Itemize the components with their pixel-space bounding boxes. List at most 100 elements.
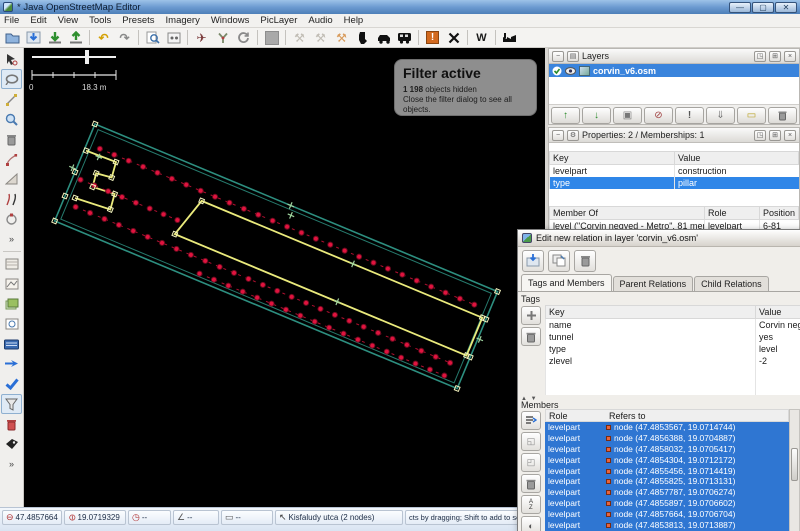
undo-button[interactable]: ↶: [93, 29, 114, 47]
download-button[interactable]: [44, 29, 65, 47]
display-panel-toggle[interactable]: [1, 334, 22, 354]
imagery-placeholder-button[interactable]: [261, 29, 282, 47]
tag-row-empty[interactable]: [546, 367, 800, 379]
imagery-panel-toggle[interactable]: [1, 294, 22, 314]
menu-view[interactable]: View: [58, 15, 78, 26]
tag-row-empty[interactable]: [546, 379, 800, 395]
layer-new-button[interactable]: ▭: [737, 107, 766, 124]
zoom-tool[interactable]: [1, 109, 22, 129]
close-panel-icon[interactable]: ×: [784, 130, 796, 141]
layer-merge-button[interactable]: ⇓: [706, 107, 735, 124]
warning-button[interactable]: !: [422, 29, 443, 47]
dock-icon[interactable]: ⊞: [769, 51, 781, 62]
property-row[interactable]: levelpartconstruction: [550, 165, 799, 178]
tab-parent-relations[interactable]: Parent Relations: [613, 276, 694, 291]
member-row[interactable]: levelpartnode (47.4858032, 19.0705417): [545, 444, 789, 455]
upload-button[interactable]: [65, 29, 86, 47]
preset-junction-button[interactable]: [212, 29, 233, 47]
tag-row[interactable]: typelevel: [546, 343, 800, 355]
menu-windows[interactable]: Windows: [211, 15, 250, 26]
select-relation-button[interactable]: [548, 250, 570, 272]
member-row[interactable]: levelpartnode (47.4856388, 19.0704887): [545, 433, 789, 444]
menu-help[interactable]: Help: [344, 15, 364, 26]
property-row-selected[interactable]: typepillar: [550, 177, 799, 189]
add-tag-button[interactable]: [521, 306, 541, 325]
create-circle-tool[interactable]: [1, 209, 22, 229]
purge-button[interactable]: [1, 414, 22, 434]
menu-imagery[interactable]: Imagery: [166, 15, 200, 26]
layer-opacity-button[interactable]: !: [675, 107, 704, 124]
map-canvas[interactable]: 0 18.3 m Filter active 1 198 objects hid…: [24, 48, 545, 507]
menu-piclayer[interactable]: PicLayer: [260, 15, 297, 26]
member-row[interactable]: levelpartnode (47.4854304, 19.0712172): [545, 454, 789, 465]
save-button[interactable]: [23, 29, 44, 47]
member-row[interactable]: levelpartnode (47.4857787, 19.0706274): [545, 487, 789, 498]
move-member-button[interactable]: [521, 411, 541, 430]
delete-tag-button[interactable]: [521, 327, 541, 346]
tab-tags-and-members[interactable]: Tags and Members: [521, 274, 612, 291]
member-row[interactable]: levelpartnode (47.4857664, 19.0706704): [545, 508, 789, 519]
delete-member-button[interactable]: [521, 474, 541, 493]
members-scrollbar[interactable]: [789, 409, 800, 531]
styles-panel-toggle[interactable]: [1, 274, 22, 294]
preferences-button[interactable]: [163, 29, 184, 47]
wikipedia-button[interactable]: W: [471, 29, 492, 47]
layer-row[interactable]: corvin_v6.osm: [549, 64, 799, 77]
tool-pick-2-button[interactable]: ⚒: [310, 29, 331, 47]
menu-file[interactable]: File: [4, 15, 19, 26]
menu-audio[interactable]: Audio: [308, 15, 332, 26]
member-row[interactable]: levelpartnode (47.4855897, 19.0706602): [545, 498, 789, 509]
zoom-slider[interactable]: [32, 50, 116, 64]
delete-tool[interactable]: [1, 129, 22, 149]
draw-node-tool[interactable]: [1, 89, 22, 109]
inner-yellow-way[interactable]: [175, 196, 482, 355]
open-button[interactable]: [2, 29, 23, 47]
maximize-button[interactable]: ▢: [752, 2, 774, 13]
reverse-members-button[interactable]: ◐: [521, 516, 541, 531]
sticky-icon[interactable]: ◳: [754, 130, 766, 141]
layer-up-button[interactable]: ↑: [551, 107, 580, 124]
tool-pick-3-button[interactable]: ⚒: [331, 29, 352, 47]
tab-child-relations[interactable]: Child Relations: [694, 276, 769, 291]
layer-active-check-icon[interactable]: [552, 66, 562, 76]
tag-row[interactable]: nameCorvin negyed - Metro: [546, 319, 800, 332]
extrude-tool[interactable]: [1, 169, 22, 189]
more-tools-button[interactable]: »: [1, 229, 22, 249]
menu-tools[interactable]: Tools: [89, 15, 111, 26]
member-row[interactable]: levelpartnode (47.4855825, 19.0713131): [545, 476, 789, 487]
scrollbar-thumb[interactable]: [791, 448, 798, 481]
conflict-panel-toggle[interactable]: [1, 354, 22, 374]
sticky-icon[interactable]: ◳: [754, 51, 766, 62]
tool-pick-1-button[interactable]: ⚒: [289, 29, 310, 47]
layer-delete-button[interactable]: [768, 107, 797, 124]
delete-x-button[interactable]: [443, 29, 464, 47]
more-panels-button[interactable]: »: [1, 454, 22, 474]
sort-members-button[interactable]: AZ: [521, 495, 541, 514]
tagging-preset-button[interactable]: [1, 434, 22, 454]
bus-button[interactable]: [394, 29, 415, 47]
collapse-icon[interactable]: −: [552, 51, 564, 62]
layer-visibility-button[interactable]: ⊘: [644, 107, 673, 124]
layer-down-button[interactable]: ↓: [582, 107, 611, 124]
layer-duplicate-button[interactable]: ▣: [613, 107, 642, 124]
tag-row[interactable]: tunnelyes: [546, 331, 800, 343]
lasso-tool[interactable]: [1, 69, 22, 89]
menu-edit[interactable]: Edit: [30, 15, 46, 26]
parallel-way-tool[interactable]: [1, 189, 22, 209]
close-button[interactable]: ✕: [775, 2, 797, 13]
factory-button[interactable]: [499, 29, 520, 47]
filter-panel-toggle[interactable]: [1, 394, 22, 414]
glove-button[interactable]: [352, 29, 373, 47]
tag-row[interactable]: zlevel-2: [546, 355, 800, 367]
apply-button[interactable]: [522, 250, 544, 272]
reload-button[interactable]: [233, 29, 254, 47]
copy-member-button[interactable]: ◱: [521, 432, 541, 451]
paste-member-button[interactable]: ◰: [521, 453, 541, 472]
dock-icon[interactable]: ⊞: [769, 130, 781, 141]
member-row[interactable]: levelpartnode (47.4853813, 19.0713887): [545, 519, 789, 530]
preset-aerialway-button[interactable]: ✈: [191, 29, 212, 47]
menu-presets[interactable]: Presets: [122, 15, 154, 26]
map-paint-panel-toggle[interactable]: [1, 254, 22, 274]
member-row[interactable]: levelpartnode (47.4855456, 19.0714419): [545, 465, 789, 476]
validator-panel-toggle[interactable]: [1, 374, 22, 394]
